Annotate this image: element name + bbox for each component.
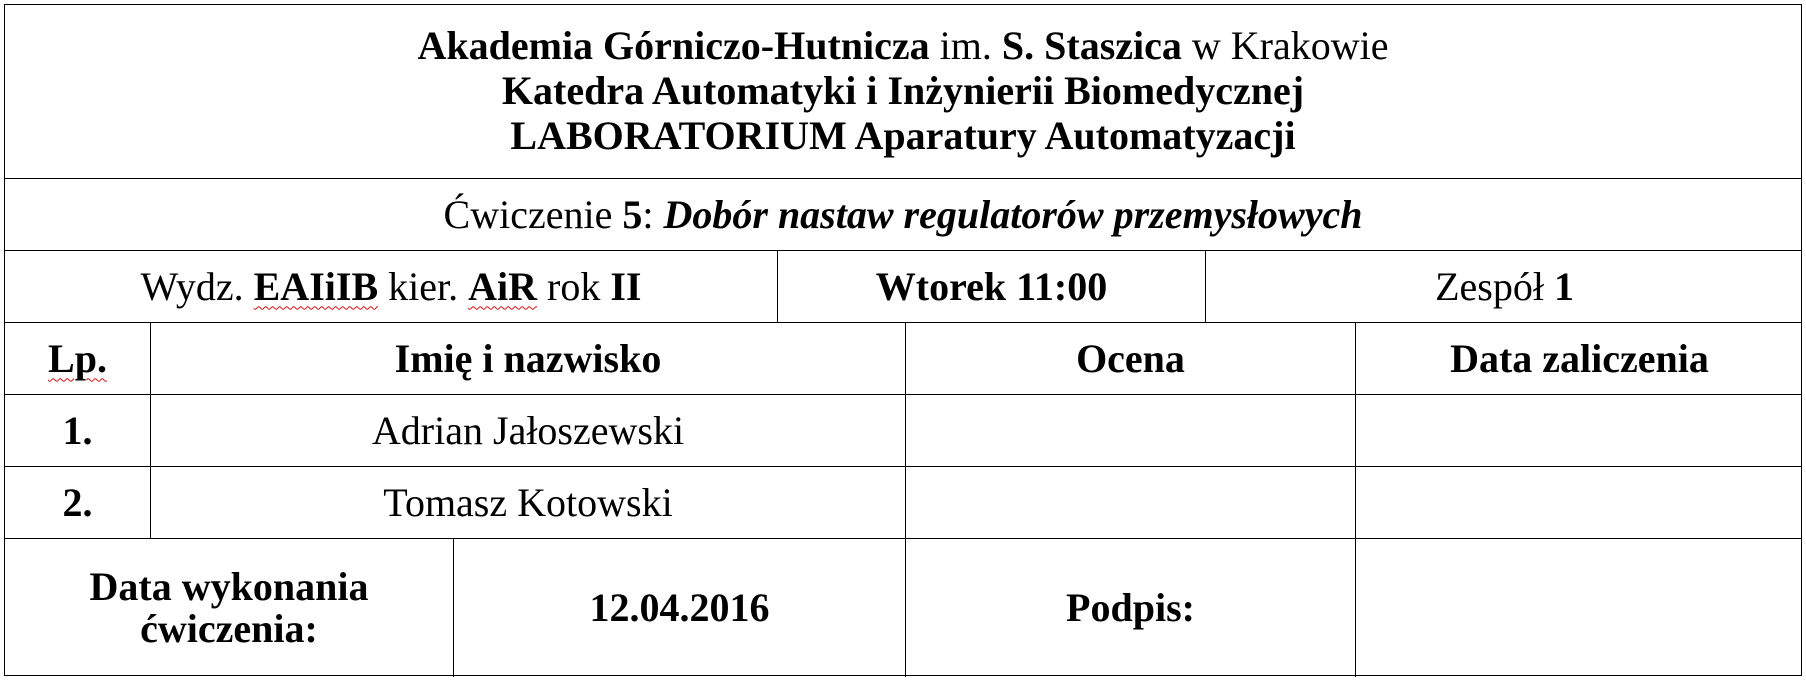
university-im: im. bbox=[929, 23, 1002, 69]
row-lp: 1. bbox=[62, 407, 93, 453]
institution-header-row: Akademia Górniczo-Hutnicza im. S. Staszi… bbox=[5, 5, 1801, 179]
team-cell: Zespół 1 bbox=[1205, 251, 1803, 322]
laboratory-name: LABORATORIUM Aparatury Automatyzacji bbox=[510, 112, 1296, 158]
header-name: Imię i nazwisko bbox=[150, 323, 905, 394]
schedule-cell: Wtorek 11:00 bbox=[777, 251, 1205, 322]
header-lp: Lp. bbox=[5, 323, 150, 394]
university-name-line: Akademia Górniczo-Hutnicza im. S. Staszi… bbox=[417, 23, 1389, 69]
execution-date-label-cell: Data wykonania ćwiczenia: bbox=[5, 539, 453, 677]
university-patron: S. Staszica bbox=[1001, 23, 1182, 69]
table-header-row: Lp. Imię i nazwisko Ocena Data zaliczeni… bbox=[5, 323, 1801, 395]
execution-date-value: 12.04.2016 bbox=[453, 539, 905, 677]
year-value: II bbox=[610, 263, 642, 309]
faculty-label: Wydz. bbox=[140, 263, 254, 309]
row-grade bbox=[905, 467, 1355, 538]
execution-date-label-line2: ćwiczenia: bbox=[140, 606, 318, 651]
team-value: 1 bbox=[1553, 263, 1574, 309]
exercise-cell: Ćwiczenie 5: Dobór nastaw regulatorów pr… bbox=[5, 179, 1801, 250]
row-lp: 2. bbox=[62, 479, 93, 525]
row-completion-date bbox=[1355, 395, 1803, 466]
faculty-value: EAIiIB bbox=[253, 263, 379, 309]
signature-label: Podpis: bbox=[905, 539, 1355, 677]
exercise-title: Dobór nastaw regulatorów przemysłowych bbox=[663, 191, 1363, 237]
major-label: kier. bbox=[378, 263, 469, 309]
footer-row: Data wykonania ćwiczenia: 12.04.2016 Pod… bbox=[5, 539, 1801, 677]
faculty-cell: Wydz. EAIiIB kier. AiR rok II bbox=[5, 251, 777, 322]
row-grade bbox=[905, 395, 1355, 466]
lab-report-header-table: Akademia Górniczo-Hutnicza im. S. Staszi… bbox=[4, 4, 1802, 677]
row-completion-date bbox=[1355, 467, 1803, 538]
info-row: Wydz. EAIiIB kier. AiR rok II Wtorek 11:… bbox=[5, 251, 1801, 323]
header-completion-date: Data zaliczenia bbox=[1355, 323, 1803, 394]
exercise-number: 5 bbox=[622, 191, 643, 237]
header-lp-text: Lp. bbox=[48, 335, 107, 381]
exercise-row: Ćwiczenie 5: Dobór nastaw regulatorów pr… bbox=[5, 179, 1801, 251]
major-value: AiR bbox=[468, 263, 537, 309]
signature-field bbox=[1355, 539, 1803, 677]
university-name: Akademia Górniczo-Hutnicza bbox=[417, 23, 930, 69]
table-row: 1. Adrian Jałoszewski bbox=[5, 395, 1801, 467]
department-name: Katedra Automatyki i Inżynierii Biomedyc… bbox=[501, 68, 1305, 114]
institution-header-cell: Akademia Górniczo-Hutnicza im. S. Staszi… bbox=[5, 5, 1801, 178]
year-label: rok bbox=[537, 263, 611, 309]
row-student-name: Adrian Jałoszewski bbox=[150, 395, 905, 466]
execution-date-label-line1: Data wykonania bbox=[89, 564, 369, 609]
exercise-prefix: Ćwiczenie bbox=[443, 191, 623, 237]
university-city: w Krakowie bbox=[1181, 23, 1389, 69]
table-row: 2. Tomasz Kotowski bbox=[5, 467, 1801, 539]
header-grade: Ocena bbox=[905, 323, 1355, 394]
team-label: Zespół bbox=[1435, 263, 1554, 309]
row-student-name: Tomasz Kotowski bbox=[150, 467, 905, 538]
exercise-colon: : bbox=[642, 191, 664, 237]
